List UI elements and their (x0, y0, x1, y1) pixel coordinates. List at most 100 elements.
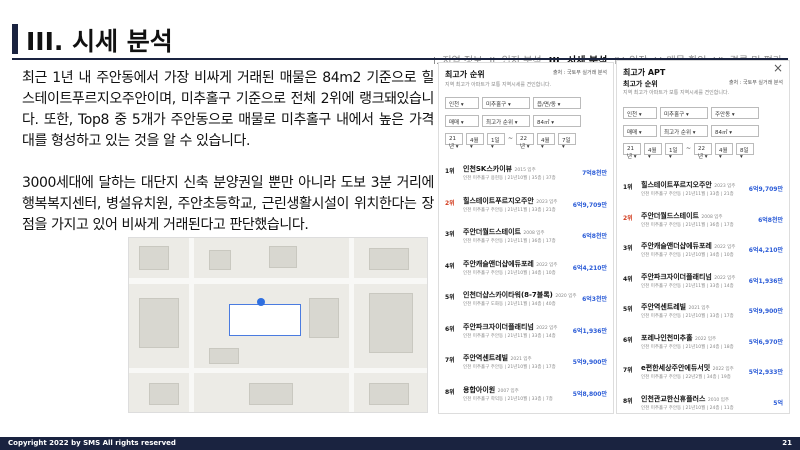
filter-select[interactable]: 최고가 순위 ▾ (660, 125, 708, 137)
deal-price: 6억4,210만 (572, 264, 607, 272)
apt-name: 주안파크자이더플래티넘 2022 입주 (463, 322, 558, 331)
filter-select[interactable]: 1일 ▾ (487, 133, 505, 150)
filter-select[interactable]: 4월 ▾ (466, 133, 484, 150)
ranking-row[interactable]: 5위 주안역센트레빌 2021 입주 인천 미추홀구 주안동 | 21년10월 | … (623, 299, 783, 329)
apt-name: 주안역센트레빌 2021 입주 (463, 354, 532, 362)
rank-label: 7위 (445, 357, 455, 364)
date-range-tilde: ~ (686, 145, 692, 152)
ranking-row[interactable]: 6위 포레나인천미추홀 2022 입주 인천 미추홀구 주안동 | 21년10월 |… (623, 330, 783, 360)
ranking-row[interactable]: 4위 주안파크자이더플래티넘 2022 입주 인천 미추홀구 주안동 | 21년11… (623, 269, 783, 299)
rank-label: 3위 (445, 231, 455, 238)
ranking-row[interactable]: 1위 인천SK스카이뷰 2015 입주 인천 미추홀구 용현동 | 21년10월 |… (445, 161, 607, 191)
move-in-year: 2022 입주 (712, 367, 734, 372)
apt-name: 주안더월드스테이트 2008 입주 (641, 211, 723, 220)
filter-select[interactable]: 4월 ▾ (537, 133, 555, 150)
apt-name: 주안캐슬앤더샵에듀포레 2022 입주 (641, 242, 736, 250)
ranking-row[interactable]: 7위 e편한세상주안에듀서밋 2022 입주 인천 미추홀구 주안동 | 22년2월… (623, 360, 783, 390)
ranking-row[interactable]: 2위 힐스테이트푸르지오주안 2023 입주 인천 미추홀구 주안동 | 21년11… (445, 193, 607, 223)
ranking-row[interactable]: 8위 인천관교한신휴플러스 2010 입주 인천 미추홀구 주안동 | 21년10월… (623, 391, 783, 421)
deal-detail: 인천 미추홀구 주안동 | 22년2월 | 34층 | 19층 (641, 375, 731, 380)
filter-select[interactable]: 84㎡ ▾ (533, 115, 581, 127)
ranking-row[interactable]: 4위 주안캐슬앤더샵에듀포레 2022 입주 인천 미추홀구 주안동 | 21년10… (445, 256, 607, 286)
move-in-year: 2022 입주 (536, 262, 558, 268)
filter-select[interactable]: 읍/면/동 ▾ (533, 97, 581, 109)
filter-select[interactable]: 인천 ▾ (445, 97, 479, 109)
deal-detail: 인천 미추홀구 주안동 | 21년11월 | 36층 | 17층 (641, 222, 734, 228)
ranking-row[interactable]: 3위 주안더월드스테이트 2008 입주 인천 미추홀구 주안동 | 21년11월 … (445, 224, 607, 254)
filter-select[interactable]: 4월 ▾ (715, 143, 733, 160)
ranking-row[interactable]: 1위 힐스테이트푸르지오주안 2023 입주인천 미추홀구 주안동 | 21년11… (623, 177, 783, 207)
deal-detail: 인천 미추홀구 용현동 | 21년10월 | 35층 | 37층 (463, 176, 556, 181)
move-in-year: 2010 입주 (707, 397, 730, 403)
move-in-year: 2022 입주 (536, 325, 558, 331)
move-in-year: 2022 입주 (714, 275, 736, 281)
deal-price: 6억3천만 (582, 296, 607, 303)
page-title: III. 시세 분석 (26, 27, 173, 56)
move-in-year: 2021 입주 (510, 357, 532, 362)
filter-select[interactable]: 4월 ▾ (644, 143, 662, 160)
filter-select[interactable]: 22년 ▾ (694, 143, 712, 160)
ranking-row[interactable]: 5위 인천더샵스카이타워(8-7블록) 2020 입주 인천 미추홀구 도화동 | … (445, 287, 607, 317)
ranking-row[interactable]: 2위 주안더월드스테이트 2008 입주 인천 미추홀구 주안동 | 21년11월 … (623, 208, 783, 238)
deal-detail: 인천 미추홀구 학익동 | 21년10월 | 33층 | 7층 (463, 396, 553, 402)
ranking-row[interactable]: 6위 주안파크자이더플래티넘 2022 입주 인천 미추홀구 주안동 | 21년11… (445, 319, 607, 349)
filter-select[interactable]: 84㎡ ▾ (711, 125, 759, 137)
apt-name: 주안캐슬앤더샵에듀포레 2022 입주 (463, 259, 558, 268)
move-in-year: 2020 입주 (555, 294, 577, 299)
apt-name: 힐스테이트푸르지오주안 2023 입주 (463, 196, 558, 205)
deal-price: 6억1,936만 (572, 327, 607, 335)
paragraph-2: 3000세대에 달하는 대단지 신축 분양권일 뿐만 아니라 도보 3분 거리에… (22, 175, 434, 233)
filter-select[interactable]: 최고가 순위 ▾ (482, 115, 530, 127)
deal-detail: 인천 미추홀구 주안동 | 21년11월 | 33층 | 21층 (641, 192, 734, 197)
deal-price: 7억8천만 (582, 170, 607, 177)
deal-price: 5억6,970만 (748, 338, 783, 346)
move-in-year: 2008 입주 (701, 214, 723, 220)
apt-name: 포레나인천미추홀 2022 입주 (641, 333, 717, 342)
move-in-year: 2007 입주 (497, 388, 519, 394)
apt-name: 인천SK스카이뷰 2015 입주 (463, 165, 536, 173)
filter-select[interactable]: 미추홀구 ▾ (660, 107, 708, 119)
apt-name: 힐스테이트푸르지오주안 2023 입주 (641, 181, 736, 189)
filter-select[interactable]: 7일 ▾ (558, 133, 576, 150)
rank-label: 4위 (445, 262, 455, 270)
footer: Copyright 2022 by SMS All rights reserve… (0, 437, 800, 450)
filter-select[interactable]: 22년 ▾ (516, 133, 534, 150)
deal-price: 6억9,709만 (748, 186, 783, 193)
filter-select[interactable]: 매매 ▾ (445, 115, 479, 127)
deal-detail: 인천 미추홀구 주안동 | 21년11월 | 33층 | 14층 (463, 333, 556, 339)
ranking-row[interactable]: 8위 용합아이원 2007 입주 인천 미추홀구 학익동 | 21년10월 | 33… (445, 382, 607, 412)
map-screenshot (128, 237, 428, 413)
filter-select[interactable]: 1일 ▾ (665, 143, 683, 160)
filter-select[interactable]: 21년 ▾ (445, 133, 463, 150)
copyright: Copyright 2022 by SMS All rights reserve… (8, 439, 176, 447)
map-popup (229, 304, 301, 336)
filter-select[interactable]: 매매 ▾ (623, 125, 657, 137)
ranking-row[interactable]: 3위 주안캐슬앤더샵에듀포레 2022 입주 인천 미추홀구 주안동 | 21년10… (623, 238, 783, 268)
filter-select[interactable]: 21년 ▾ (623, 143, 641, 160)
panel-a-source: 출처 : 국토부 실거래 분석 (552, 70, 607, 76)
move-in-year: 2022 입주 (694, 336, 717, 342)
title-bar: III. 시세 분석 I. 지역 정보II. 입지 분석III. 시세 분석IV… (0, 14, 800, 67)
map-pin-icon[interactable] (257, 298, 265, 306)
deal-price: 5억9,900만 (572, 359, 607, 366)
deal-detail: 인천 미추홀구 주안동 | 21년10월 | 24층 | 18층 (641, 344, 734, 350)
deal-detail: 인천 미추홀구 주안동 | 21년10월 | 24층 | 11층 (641, 405, 734, 411)
filter-select[interactable]: 인천 ▾ (623, 107, 657, 119)
ranking-row[interactable]: 7위 주안역센트레빌 2021 입주 인천 미추홀구 주안동 | 21년10월 | … (445, 350, 607, 380)
move-in-year: 2015 입주 (514, 168, 536, 173)
rank-label: 1위 (623, 184, 633, 191)
close-icon[interactable]: × (773, 61, 783, 75)
top-price-panel-gu: 최고가 순위 출처 : 국토부 실거래 분석 지역 최고가 아파트가 보통 지역… (438, 62, 614, 414)
apt-name: 주안파크자이더플래티넘 2022 입주 (641, 272, 736, 281)
filter-select[interactable]: 미추홀구 ▾ (482, 97, 530, 109)
title-accent-bar (12, 24, 18, 54)
paragraph-1: 최근 1년 내 주안동에서 가장 비싸게 거래된 매물은 84m2 기준으로 힐… (22, 70, 434, 149)
filter-select[interactable]: 8일 ▾ (736, 143, 754, 160)
filter-select[interactable]: 주안동 ▾ (711, 107, 759, 119)
panel-b-subheader: 최고가 순위 (623, 80, 658, 88)
apt-name: 용합아이원 2007 입주 (463, 385, 519, 394)
deal-detail: 인천 미추홀구 주안동 | 21년10월 | 34층 | 10층 (641, 253, 734, 258)
deal-price: 6억4,210만 (748, 247, 783, 254)
deal-detail: 인천 미추홀구 주안동 | 21년10월 | 33층 | 17층 (641, 314, 734, 319)
deal-price: 6억8천만 (758, 216, 783, 224)
